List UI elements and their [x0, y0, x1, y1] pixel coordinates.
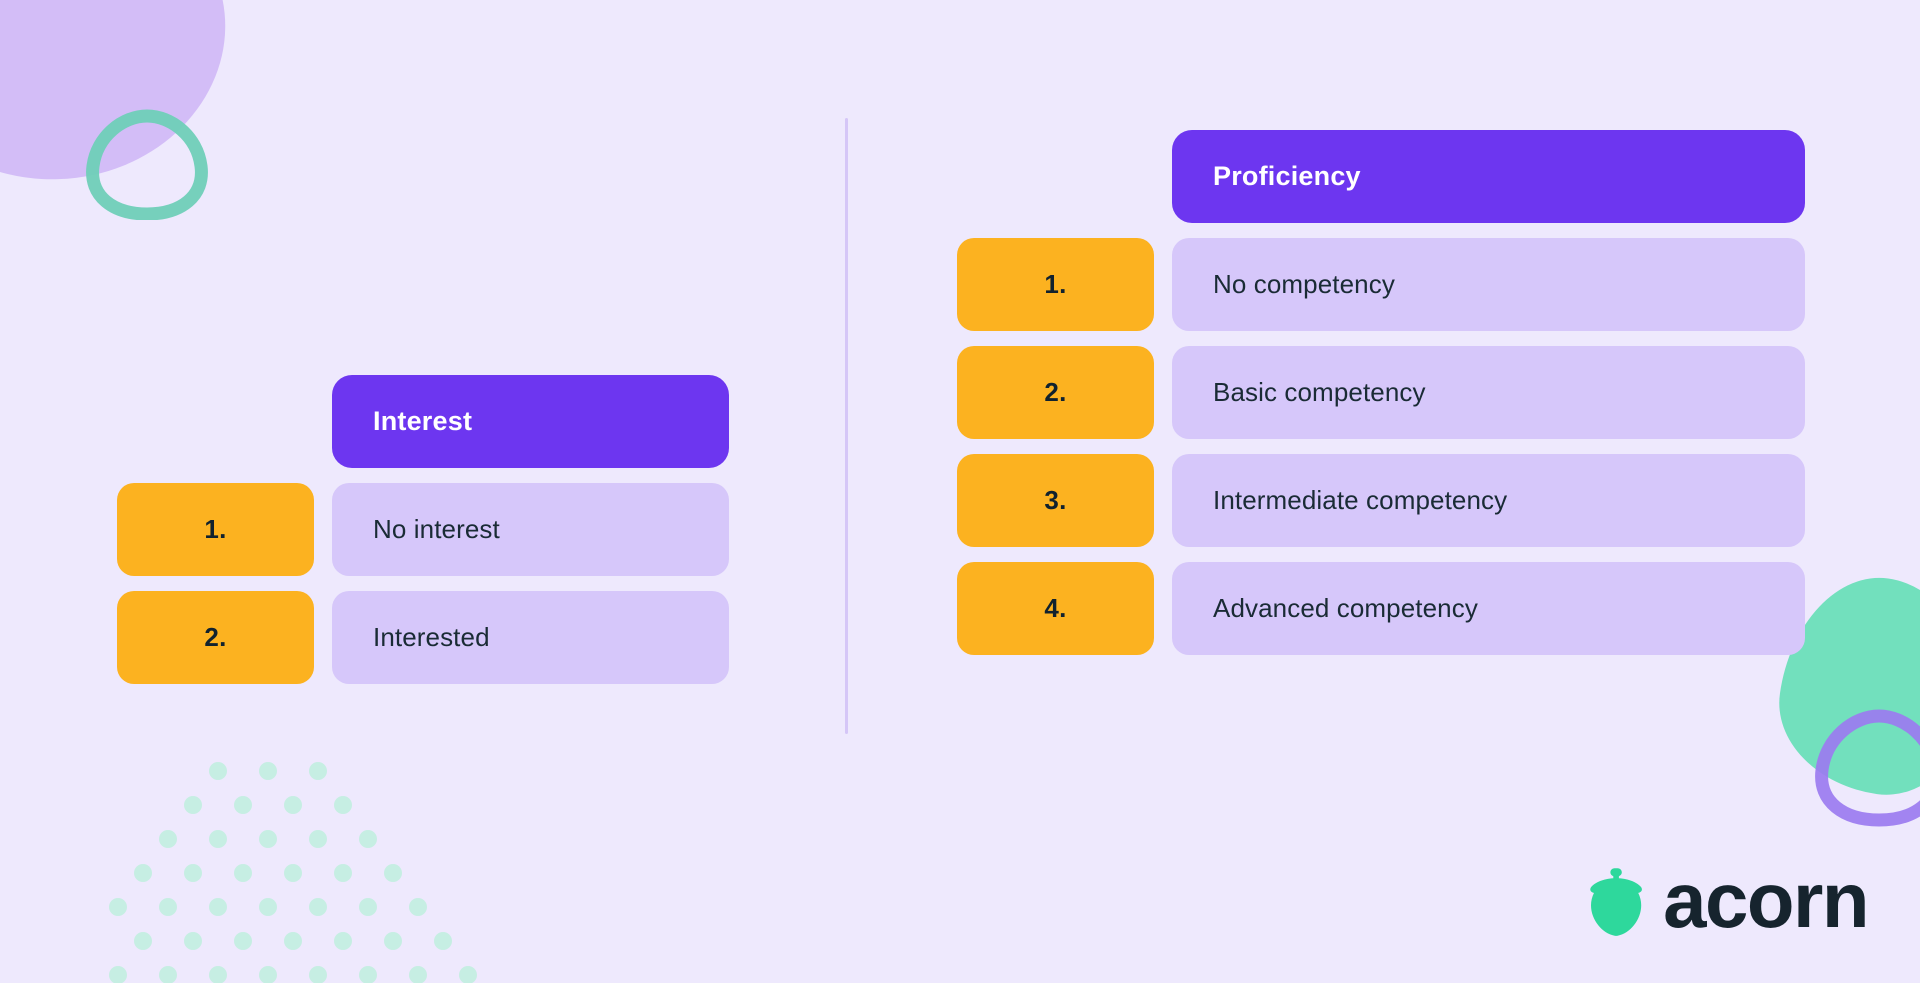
- proficiency-rank-number-4: 4.: [1044, 593, 1067, 623]
- proficiency-label-text-2: Basic competency: [1213, 377, 1426, 407]
- acorn-icon: [1590, 868, 1642, 936]
- column-divider: [845, 118, 848, 734]
- proficiency-label-cell-2: Basic competency: [1172, 346, 1805, 439]
- proficiency-row-4: 4. Advanced competency: [957, 562, 1805, 655]
- interest-rank-number-2: 2.: [204, 622, 227, 652]
- acorn-wordmark: acorn: [1663, 856, 1869, 945]
- interest-label-cell-2: Interested: [332, 591, 729, 684]
- proficiency-rank-badge-1: 1.: [957, 238, 1154, 331]
- proficiency-rank-number-1: 1.: [1044, 269, 1067, 299]
- proficiency-row-1: 1. No competency: [957, 238, 1805, 331]
- proficiency-rank-badge-3: 3.: [957, 454, 1154, 547]
- proficiency-row-3: 3. Intermediate competency: [957, 454, 1805, 547]
- interest-label-cell-1: No interest: [332, 483, 729, 576]
- proficiency-label-text-3: Intermediate competency: [1213, 485, 1508, 515]
- interest-rank-badge-1: 1.: [117, 483, 314, 576]
- proficiency-rank-badge-4: 4.: [957, 562, 1154, 655]
- interest-rank-badge-2: 2.: [117, 591, 314, 684]
- scales-board: Interest 1. No interest 2. Interested Pr…: [0, 0, 1920, 983]
- interest-header-title: Interest: [373, 406, 473, 436]
- proficiency-column-header: Proficiency: [1172, 130, 1805, 223]
- acorn-logo: acorn: [1589, 856, 1869, 945]
- proficiency-rank-number-3: 3.: [1044, 485, 1067, 515]
- interest-row-2: 2. Interested: [117, 591, 729, 684]
- interest-rank-number-1: 1.: [204, 514, 227, 544]
- proficiency-header-title: Proficiency: [1213, 161, 1361, 191]
- proficiency-label-text-1: No competency: [1213, 269, 1395, 299]
- proficiency-label-cell-3: Intermediate competency: [1172, 454, 1805, 547]
- proficiency-scale-column: Proficiency 1. No competency 2. Basic co…: [957, 130, 1805, 655]
- proficiency-row-2: 2. Basic competency: [957, 346, 1805, 439]
- interest-row-1: 1. No interest: [117, 483, 729, 576]
- interest-label-text-2: Interested: [373, 622, 490, 652]
- proficiency-label-cell-4: Advanced competency: [1172, 562, 1805, 655]
- interest-scale-column: Interest 1. No interest 2. Interested: [117, 375, 729, 684]
- interest-column-header: Interest: [332, 375, 729, 468]
- proficiency-rank-number-2: 2.: [1044, 377, 1067, 407]
- proficiency-label-text-4: Advanced competency: [1213, 593, 1478, 623]
- proficiency-label-cell-1: No competency: [1172, 238, 1805, 331]
- interest-label-text-1: No interest: [373, 514, 500, 544]
- proficiency-rank-badge-2: 2.: [957, 346, 1154, 439]
